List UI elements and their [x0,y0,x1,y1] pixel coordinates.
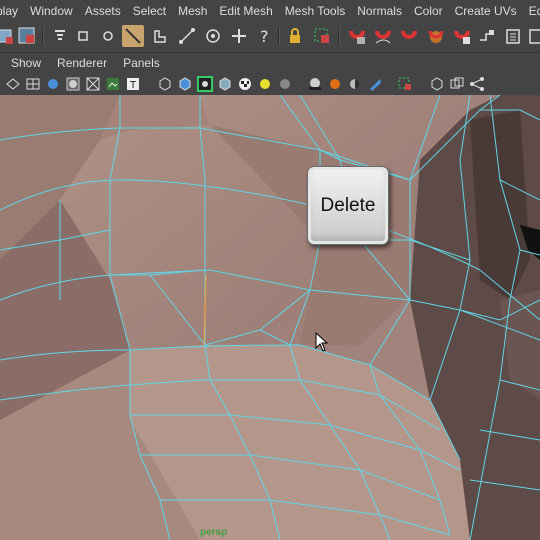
mouse-cursor-icon [315,331,329,352]
cube-shaded-icon[interactable] [176,75,194,93]
select-vertex-icon[interactable] [0,25,16,47]
snap-icon[interactable] [476,25,498,47]
sphere-icon[interactable] [97,25,119,47]
delete-key-label: Delete [320,194,376,216]
menu-mesh-tools[interactable]: Mesh Tools [285,4,351,18]
main-menubar: play Window Assets Select Mesh Edit Mesh… [0,0,540,23]
anti-aliasing-icon[interactable] [366,75,384,93]
menu-select[interactable]: Select [133,4,172,18]
select-object-icon[interactable] [311,25,333,47]
checker-icon[interactable] [236,75,254,93]
panel-menu-renderer[interactable]: Renderer [57,56,107,70]
menu-assets[interactable]: Assets [85,4,127,18]
menu-edit-uvs[interactable]: Edit UVs [529,4,540,18]
svg-text:?: ? [260,27,269,46]
magnet-curve-icon[interactable] [372,25,394,47]
all-lights-icon[interactable] [276,75,294,93]
menu-color[interactable]: Color [414,4,449,18]
menu-normals[interactable]: Normals [357,4,408,18]
main-toolbar: ? [0,22,540,53]
wireframe-icon[interactable] [4,75,22,93]
lock-icon[interactable] [284,25,306,47]
menu-edit-mesh[interactable]: Edit Mesh [219,4,278,18]
help-icon[interactable]: ? [254,25,276,47]
camera-label: persp [200,527,228,538]
text-icon[interactable]: T [124,75,142,93]
shadows-icon[interactable] [306,75,324,93]
magnet-live-icon[interactable] [425,25,447,47]
two-sided-icon[interactable] [448,75,466,93]
textured-cube-icon[interactable] [216,75,234,93]
menu-window[interactable]: Window [30,4,79,18]
svg-text:T: T [129,80,137,91]
perspective-viewport[interactable]: Delete persp [0,95,540,540]
soft-select-icon[interactable] [49,25,71,47]
grid-icon[interactable] [24,75,42,93]
motion-blur-icon[interactable] [346,75,364,93]
menu-mesh[interactable]: Mesh [178,4,213,18]
panel-toolbar: T [0,73,540,96]
magnet-view-icon[interactable] [451,25,473,47]
cube-icon[interactable] [72,25,94,47]
menu-display[interactable]: play [0,4,24,18]
isolate-select-icon[interactable] [428,75,446,93]
ambient-occlusion-icon[interactable] [326,75,344,93]
xray-icon[interactable] [84,75,102,93]
multi-cut-icon[interactable] [122,25,144,47]
camera-select-icon[interactable] [396,75,414,93]
cube-wire-icon[interactable] [156,75,174,93]
default-light-icon[interactable] [256,75,274,93]
panel-menu-show[interactable]: Show [11,56,41,70]
flat-shade-icon[interactable] [64,75,82,93]
select-face-icon[interactable] [16,25,38,47]
panel-menu-panels[interactable]: Panels [123,56,160,70]
share-icon[interactable] [468,75,486,93]
mesh-scene [0,95,540,540]
delete-key-overlay: Delete [307,166,389,245]
panel-menubar: Show Renderer Panels [0,53,540,73]
extrude-icon[interactable] [150,25,172,47]
magnet-surface-icon[interactable] [398,25,420,47]
attribute-editor-icon[interactable] [526,25,540,47]
magnet-icon[interactable] [346,25,368,47]
move-icon[interactable] [228,25,250,47]
isolate-icon[interactable] [196,75,214,93]
history-icon[interactable] [502,25,524,47]
menu-create-uvs[interactable]: Create UVs [455,4,523,18]
append-icon[interactable] [176,25,198,47]
smooth-shade-icon[interactable] [44,75,62,93]
target-weld-icon[interactable] [202,25,224,47]
texture-icon[interactable] [104,75,122,93]
